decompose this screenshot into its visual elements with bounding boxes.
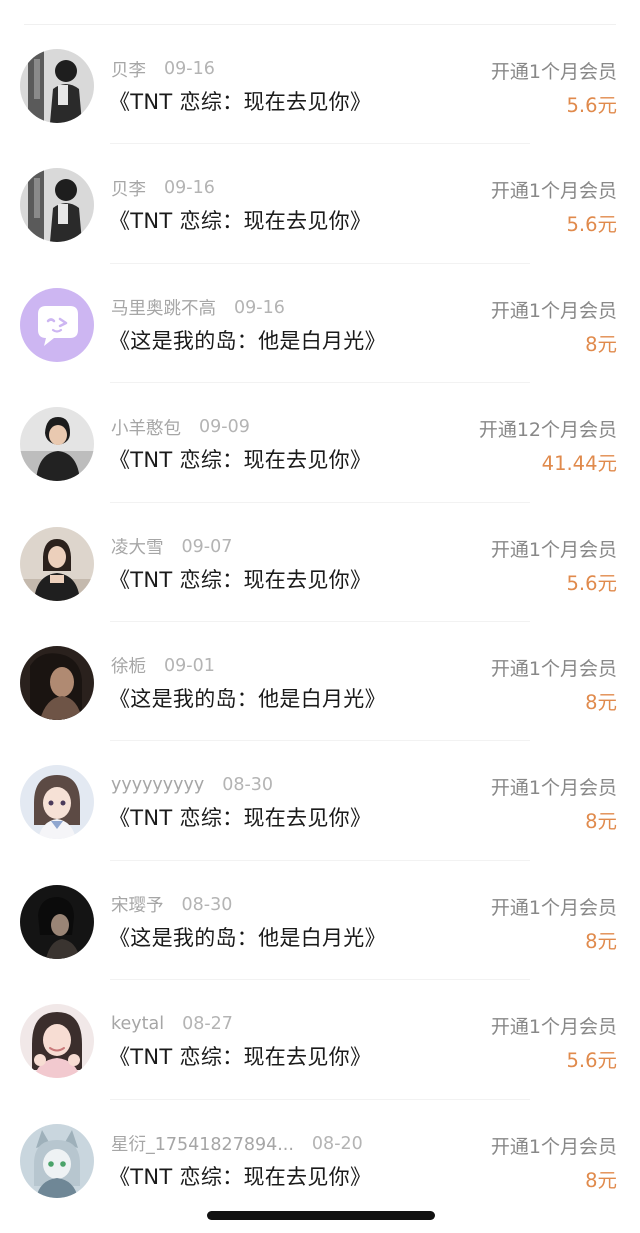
membership-plan: 开通1个月会员 <box>490 538 617 561</box>
purchase-list: 贝李 09-16 《TNT 恋综：现在去见你》 开通1个月会员 5.6元 贝李 … <box>0 25 640 1219</box>
avatar[interactable] <box>20 168 94 243</box>
buyer-meta: keytal 08-27 <box>111 1012 233 1036</box>
membership-plan: 开通1个月会员 <box>490 1135 617 1158</box>
buyer-meta: 贝李 09-16 <box>111 57 215 81</box>
list-item[interactable]: 凌大雪 09-07 《TNT 恋综：现在去见你》 开通1个月会员 5.6元 <box>0 503 640 622</box>
order-price: 8元 <box>585 810 617 834</box>
order-date: 09-01 <box>164 655 215 676</box>
list-item[interactable]: 徐栀 09-01 《这是我的岛：他是白月光》 开通1个月会员 8元 <box>0 622 640 742</box>
list-item[interactable]: 马里奥跳不高 09-16 《这是我的岛：他是白月光》 开通1个月会员 8元 <box>0 264 640 384</box>
buyer-name: keytal <box>111 1014 165 1035</box>
list-item[interactable]: keytal 08-27 《TNT 恋综：现在去见你》 开通1个月会员 5.6元 <box>0 980 640 1100</box>
show-title: 《这是我的岛：他是白月光》 <box>109 328 386 353</box>
order-price: 41.44元 <box>541 452 617 476</box>
photo-gray-icon <box>20 49 94 123</box>
order-date: 08-27 <box>182 1014 233 1035</box>
photo-person-icon <box>20 407 94 482</box>
membership-plan: 开通1个月会员 <box>490 777 617 800</box>
order-price: 8元 <box>585 332 617 356</box>
buyer-meta: 凌大雪 09-07 <box>111 535 232 559</box>
buyer-meta: 宋璎予 08-30 <box>111 893 232 917</box>
avatar[interactable] <box>20 287 94 362</box>
buyer-meta: 星衍_17541827894... 08-20 <box>111 1132 363 1156</box>
order-date: 08-30 <box>181 894 233 915</box>
avatar[interactable] <box>20 526 94 601</box>
buyer-meta: 贝李 09-16 <box>111 176 215 200</box>
avatar[interactable] <box>20 407 94 482</box>
membership-plan: 开通1个月会员 <box>490 299 617 322</box>
list-item[interactable]: 宋璎予 08-30 《这是我的岛：他是白月光》 开通1个月会员 8元 <box>0 861 640 981</box>
membership-plan: 开通1个月会员 <box>490 657 617 680</box>
order-price: 5.6元 <box>566 213 617 237</box>
membership-plan: 开通1个月会员 <box>490 180 617 203</box>
order-date: 09-09 <box>199 417 250 438</box>
show-title: 《TNT 恋综：现在去见你》 <box>109 90 372 114</box>
order-date: 09-16 <box>164 178 215 199</box>
buyer-name: 星衍_17541827894... <box>111 1135 294 1156</box>
order-price: 5.6元 <box>566 571 617 595</box>
membership-plan: 开通1个月会员 <box>490 61 617 83</box>
avatar[interactable] <box>20 1004 94 1079</box>
show-title: 《这是我的岛：他是白月光》 <box>109 925 386 950</box>
photo-dark-icon <box>20 884 94 959</box>
buyer-meta: 马里奥跳不高 09-16 <box>111 296 285 320</box>
show-title: 《TNT 恋综：现在去见你》 <box>109 806 372 831</box>
buyer-name: 徐栀 <box>111 657 146 678</box>
order-price: 5.6元 <box>566 1049 617 1073</box>
photo-gray-icon <box>20 168 94 243</box>
order-date: 09-16 <box>234 297 285 318</box>
chat-bubble-icon <box>20 287 94 362</box>
show-title: 《TNT 恋综：现在去见你》 <box>109 1164 372 1189</box>
order-date: 09-07 <box>181 536 233 557</box>
list-item[interactable]: 星衍_17541827894... 08-20 《TNT 恋综：现在去见你》 开… <box>0 1100 640 1219</box>
list-item[interactable]: 贝李 09-16 《TNT 恋综：现在去见你》 开通1个月会员 5.6元 <box>0 25 640 145</box>
home-indicator[interactable] <box>207 1211 435 1220</box>
show-title: 《TNT 恋综：现在去见你》 <box>109 209 372 234</box>
anime-girl-icon <box>20 765 94 840</box>
order-price: 8元 <box>585 690 617 714</box>
list-item[interactable]: 小羊憨包 09-09 《TNT 恋综：现在去见你》 开通12个月会员 41.44… <box>0 383 640 503</box>
avatar[interactable] <box>20 765 94 840</box>
order-price: 8元 <box>585 929 617 953</box>
buyer-name: 宋璎予 <box>111 896 164 917</box>
anime-cat-icon <box>20 1123 94 1198</box>
membership-plan: 开通1个月会员 <box>490 896 617 919</box>
avatar[interactable] <box>20 49 94 123</box>
buyer-name: 凌大雪 <box>111 538 164 559</box>
list-item[interactable]: yyyyyyyyy 08-30 《TNT 恋综：现在去见你》 开通1个月会员 8… <box>0 741 640 861</box>
show-title: 《这是我的岛：他是白月光》 <box>109 686 386 711</box>
photo-person-icon <box>20 526 94 601</box>
order-date: 09-16 <box>164 59 215 79</box>
buyer-name: 小羊憨包 <box>111 418 181 439</box>
photo-person-icon <box>20 1004 94 1079</box>
order-date: 08-30 <box>222 775 274 796</box>
avatar[interactable] <box>20 884 94 959</box>
order-list-screen: 贝李 09-16 《TNT 恋综：现在去见你》 开通1个月会员 5.6元 贝李 … <box>0 0 640 1233</box>
avatar[interactable] <box>20 1123 94 1198</box>
show-title: 《TNT 恋综：现在去见你》 <box>109 567 372 592</box>
show-title: 《TNT 恋综：现在去见你》 <box>109 448 372 473</box>
order-price: 5.6元 <box>566 94 617 117</box>
photo-dark-icon <box>20 645 94 720</box>
membership-plan: 开通12个月会员 <box>478 419 617 442</box>
order-price: 8元 <box>585 1168 617 1192</box>
membership-plan: 开通1个月会员 <box>490 1016 617 1039</box>
buyer-name: 贝李 <box>111 60 146 81</box>
list-item[interactable]: 贝李 09-16 《TNT 恋综：现在去见你》 开通1个月会员 5.6元 <box>0 144 640 264</box>
buyer-name: 贝李 <box>111 179 146 200</box>
avatar[interactable] <box>20 645 94 720</box>
buyer-meta: 小羊憨包 09-09 <box>111 415 250 439</box>
buyer-name: 马里奥跳不高 <box>111 299 216 320</box>
buyer-name: yyyyyyyyy <box>111 775 205 796</box>
show-title: 《TNT 恋综：现在去见你》 <box>109 1045 372 1070</box>
order-date: 08-20 <box>311 1133 363 1154</box>
buyer-meta: 徐栀 09-01 <box>111 654 215 678</box>
buyer-meta: yyyyyyyyy 08-30 <box>111 773 273 797</box>
